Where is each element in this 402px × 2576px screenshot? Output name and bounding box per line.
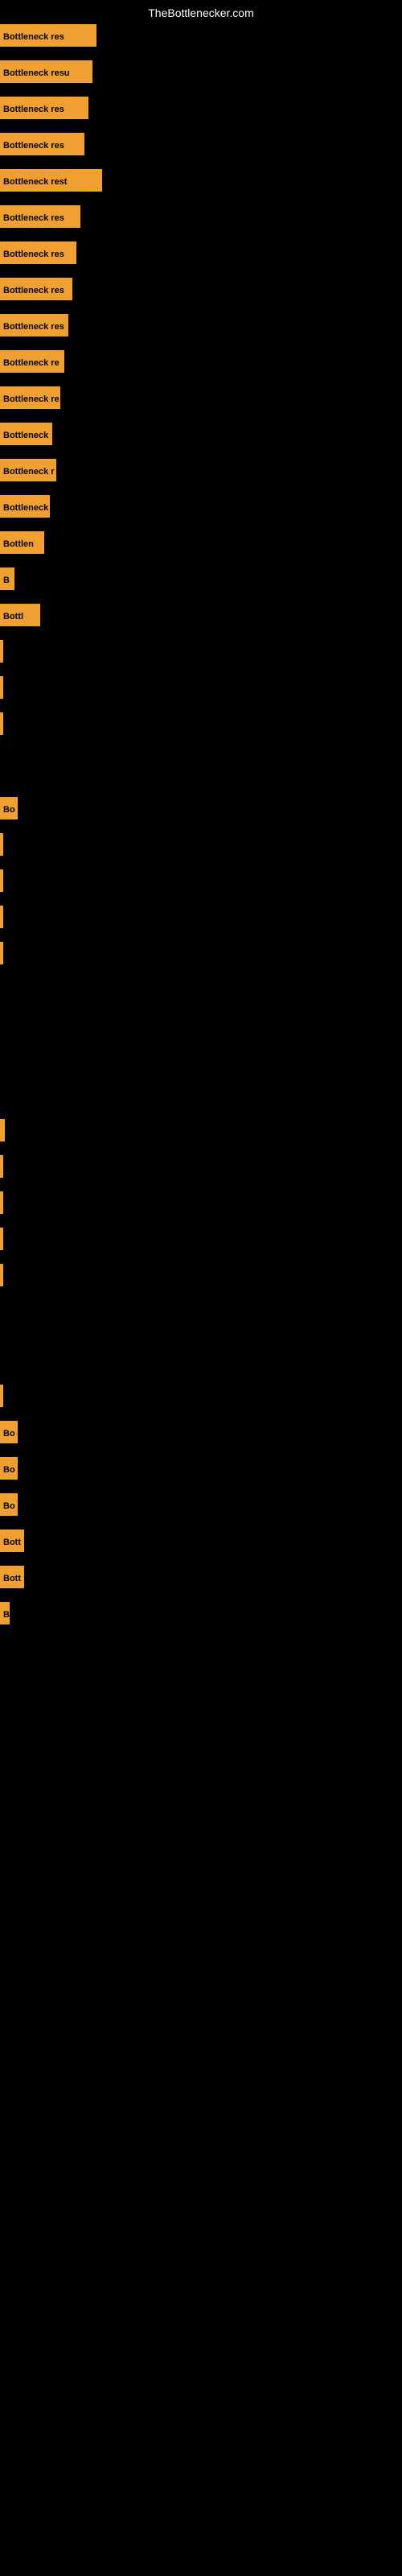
bar-item: B bbox=[0, 1602, 10, 1624]
bar-item: Bottleneck res bbox=[0, 24, 96, 47]
bar-item: B bbox=[0, 568, 14, 590]
bar-label: Bo bbox=[0, 797, 18, 819]
bar-label: Bottleneck res bbox=[0, 242, 76, 264]
bar-label: Bottleneck res bbox=[0, 314, 68, 336]
bar-item bbox=[0, 712, 3, 735]
bar-label: Bottleneck re bbox=[0, 386, 60, 409]
bar-item bbox=[0, 833, 3, 856]
bar-item bbox=[0, 1228, 3, 1250]
bar-item: Bottleneck res bbox=[0, 97, 88, 119]
bar-item: Bottlen bbox=[0, 531, 44, 554]
bar-label: Bott bbox=[0, 1530, 24, 1552]
bar-label: Bo bbox=[0, 1457, 18, 1480]
bar-label: Bottleneck res bbox=[0, 24, 96, 47]
bar-label: Bottleneck res bbox=[0, 205, 80, 228]
bar-item: Bottleneck re bbox=[0, 386, 60, 409]
bar-item: Bottleneck bbox=[0, 423, 52, 445]
bar-label: Bottleneck r bbox=[0, 459, 56, 481]
bar-item: Bo bbox=[0, 797, 18, 819]
bar-item: Bottleneck res bbox=[0, 278, 72, 300]
bar-item bbox=[0, 869, 3, 892]
bar-item bbox=[0, 640, 3, 663]
bar-label: Bottleneck res bbox=[0, 278, 72, 300]
bar-item: Bottleneck res bbox=[0, 242, 76, 264]
bar-label: Bottleneck bbox=[0, 495, 50, 518]
bar-item: Bottleneck re bbox=[0, 350, 64, 373]
bar-item: Bottleneck bbox=[0, 495, 50, 518]
bar-item: Bottleneck resu bbox=[0, 60, 92, 83]
bar-item bbox=[0, 1155, 3, 1178]
bar-item: Bott bbox=[0, 1566, 24, 1588]
bar-item: Bottleneck res bbox=[0, 205, 80, 228]
bar-item: Bottleneck rest bbox=[0, 169, 102, 192]
bar-item bbox=[0, 906, 3, 928]
bar-item: Bottleneck res bbox=[0, 314, 68, 336]
bar-item bbox=[0, 1385, 3, 1407]
bar-label: Bo bbox=[0, 1493, 18, 1516]
bar-label: Bo bbox=[0, 1421, 18, 1443]
bar-item: Bottl bbox=[0, 604, 40, 626]
bar-item bbox=[0, 1119, 5, 1141]
bar-item: Bottleneck r bbox=[0, 459, 56, 481]
bar-label: B bbox=[0, 1602, 10, 1624]
bar-item bbox=[0, 1264, 3, 1286]
bar-item bbox=[0, 942, 3, 964]
bar-label: Bottleneck rest bbox=[0, 169, 102, 192]
bar-item: Bo bbox=[0, 1457, 18, 1480]
bar-label: B bbox=[0, 568, 14, 590]
bar-label: Bott bbox=[0, 1566, 24, 1588]
bar-item: Bo bbox=[0, 1493, 18, 1516]
bar-item: Bo bbox=[0, 1421, 18, 1443]
site-title: TheBottlenecker.com bbox=[0, 0, 402, 26]
bar-item: Bottleneck res bbox=[0, 133, 84, 155]
bar-item bbox=[0, 1191, 3, 1214]
bar-label: Bottlen bbox=[0, 531, 44, 554]
bar-label: Bottleneck bbox=[0, 423, 52, 445]
bar-label: Bottl bbox=[0, 604, 40, 626]
bar-item: Bott bbox=[0, 1530, 24, 1552]
bar-label: Bottleneck res bbox=[0, 97, 88, 119]
bar-label: Bottleneck resu bbox=[0, 60, 92, 83]
bar-label: Bottleneck re bbox=[0, 350, 64, 373]
bar-label: Bottleneck res bbox=[0, 133, 84, 155]
bar-item bbox=[0, 676, 3, 699]
